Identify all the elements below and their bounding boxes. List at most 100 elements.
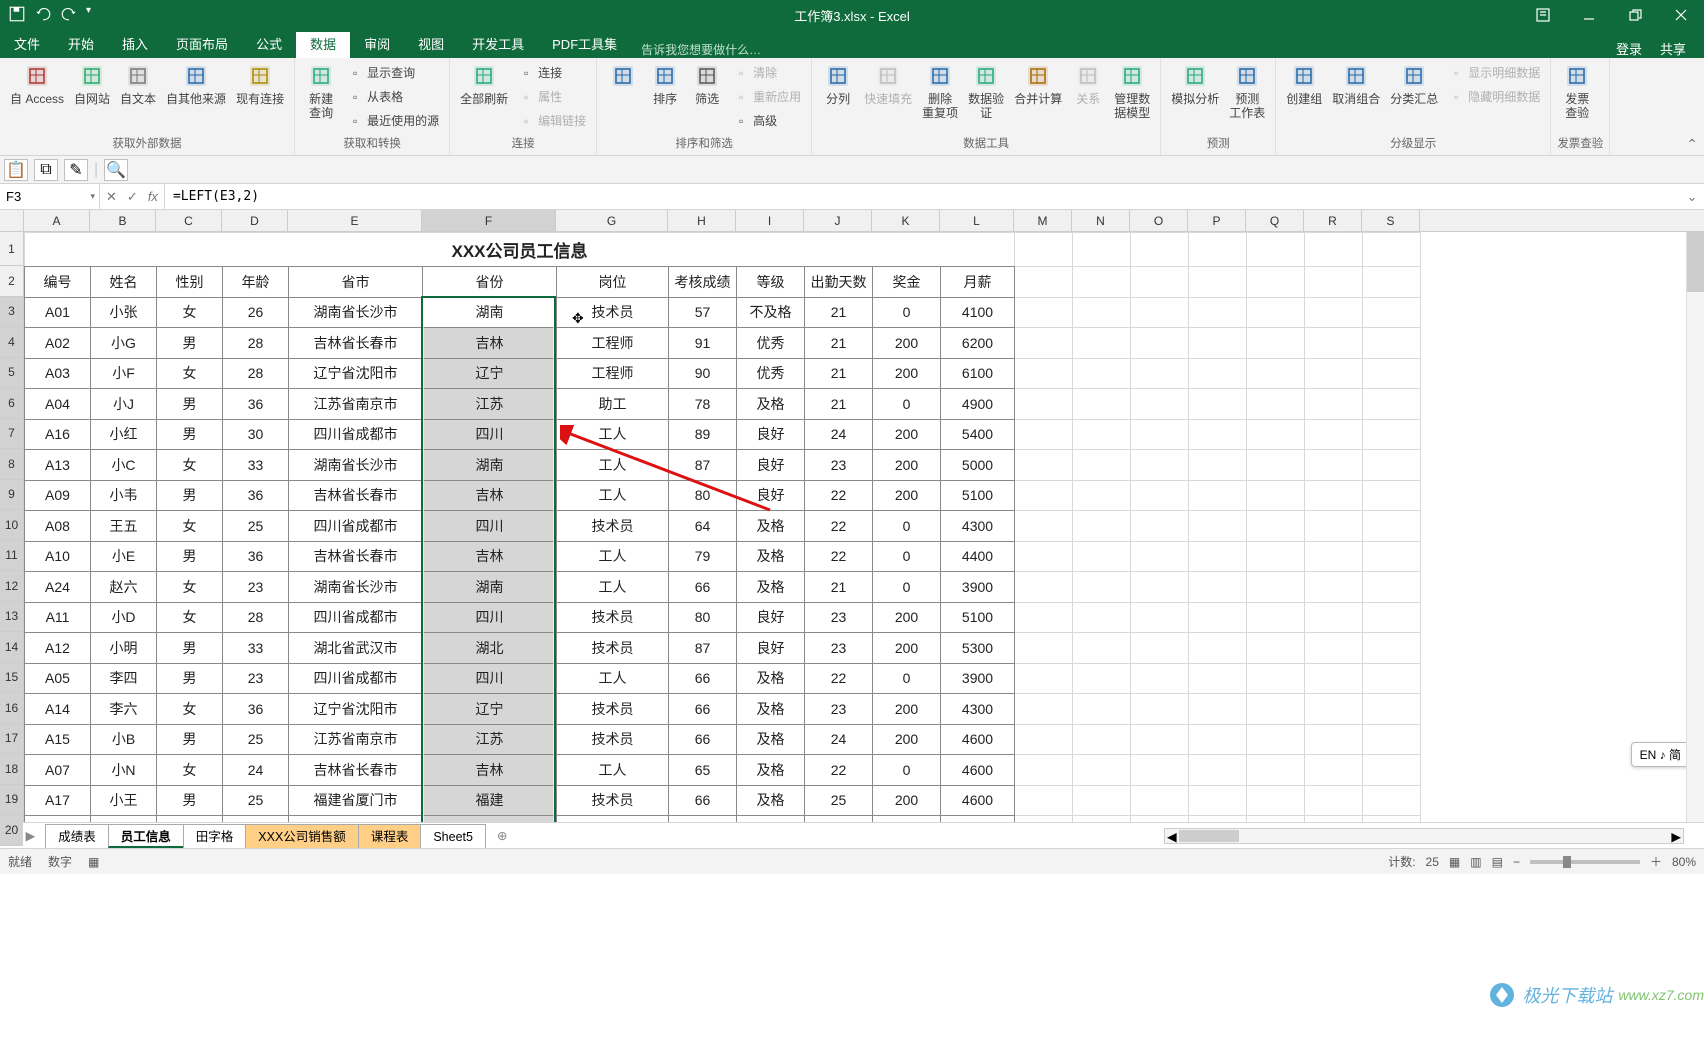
share-button[interactable]: 共享: [1660, 39, 1686, 58]
cell[interactable]: 21: [805, 297, 873, 328]
cell[interactable]: 23: [805, 633, 873, 664]
cell[interactable]: 男: [157, 419, 223, 450]
cell[interactable]: 女: [157, 694, 223, 725]
cell[interactable]: 0: [873, 663, 941, 694]
cell[interactable]: 四川: [423, 663, 557, 694]
brush-icon[interactable]: ✎: [64, 159, 88, 181]
cell[interactable]: 小E: [91, 541, 157, 572]
cell[interactable]: 200: [873, 785, 941, 816]
spreadsheet-grid[interactable]: XXX公司员工信息编号姓名性别年龄省市省份岗位考核成绩等级出勤天数奖金月薪A01…: [24, 232, 1421, 822]
cell[interactable]: 江苏省南京市: [289, 724, 423, 755]
cell[interactable]: 赵六: [91, 572, 157, 603]
cell[interactable]: 200: [873, 328, 941, 359]
cell[interactable]: 及格: [737, 572, 805, 603]
worksheet-area[interactable]: 1234567891011121314151617181920 ABCDEFGH…: [0, 210, 1704, 822]
cell[interactable]: 23: [805, 450, 873, 481]
group-button[interactable]: 创建组: [1282, 60, 1326, 108]
cell[interactable]: 吉林省长春市: [289, 541, 423, 572]
row-header-11[interactable]: 11: [0, 541, 23, 572]
cell[interactable]: 22: [805, 541, 873, 572]
cell[interactable]: 23: [805, 694, 873, 725]
from-table-button[interactable]: ▫从表格: [343, 86, 443, 108]
cell[interactable]: 0: [873, 572, 941, 603]
cell[interactable]: 及格: [737, 694, 805, 725]
cell[interactable]: 工人: [557, 755, 669, 786]
sort-az-button[interactable]: [603, 60, 643, 94]
cell[interactable]: 工人: [557, 663, 669, 694]
column-header-Q[interactable]: Q: [1246, 210, 1304, 231]
cell[interactable]: 及格: [737, 755, 805, 786]
cell[interactable]: 28: [223, 328, 289, 359]
column-header-M[interactable]: M: [1014, 210, 1072, 231]
cell[interactable]: A03: [25, 358, 91, 389]
cell[interactable]: 0: [873, 511, 941, 542]
expand-formula-bar-icon[interactable]: ⌄: [1680, 184, 1704, 209]
cell[interactable]: 男: [157, 541, 223, 572]
cell[interactable]: 男: [157, 633, 223, 664]
cell[interactable]: 200: [873, 724, 941, 755]
row-header-18[interactable]: 18: [0, 754, 23, 785]
cell[interactable]: 江苏省南京市: [289, 816, 423, 823]
row-header-5[interactable]: 5: [0, 358, 23, 389]
cell[interactable]: 小韦: [91, 480, 157, 511]
enter-formula-icon[interactable]: ✓: [127, 189, 138, 205]
cell[interactable]: 6100: [941, 358, 1015, 389]
cell[interactable]: 25: [223, 785, 289, 816]
cell[interactable]: 0: [873, 541, 941, 572]
cell[interactable]: 80: [669, 480, 737, 511]
ribbon-tab-数据[interactable]: 数据: [296, 32, 350, 58]
cell[interactable]: 79: [669, 541, 737, 572]
cell[interactable]: 吉林省长春市: [289, 480, 423, 511]
zoom-icon[interactable]: 🔍: [104, 159, 128, 181]
cell[interactable]: A16: [25, 419, 91, 450]
ribbon-tab-公式[interactable]: 公式: [242, 32, 296, 58]
column-header-I[interactable]: I: [736, 210, 804, 231]
new-query-button[interactable]: 新建查询: [301, 60, 341, 122]
tell-me-search[interactable]: 告诉我您想要做什么…: [641, 41, 761, 58]
copy-icon[interactable]: ⧉: [34, 159, 58, 181]
cell[interactable]: 22: [805, 511, 873, 542]
cell[interactable]: 57: [669, 297, 737, 328]
cell[interactable]: 小张: [91, 297, 157, 328]
column-header-L[interactable]: L: [940, 210, 1014, 231]
cell[interactable]: 33: [223, 633, 289, 664]
advanced-button[interactable]: ▫高级: [729, 110, 805, 132]
sheet-tab-Sheet5[interactable]: Sheet5: [420, 824, 486, 848]
cell[interactable]: 良好: [737, 419, 805, 450]
cell[interactable]: 21: [805, 816, 873, 823]
zoom-level[interactable]: 80%: [1672, 855, 1696, 869]
cell[interactable]: 小明: [91, 633, 157, 664]
cell[interactable]: 200: [873, 480, 941, 511]
from-access-button[interactable]: 自 Access: [6, 60, 68, 108]
cell[interactable]: 3900: [941, 663, 1015, 694]
cell[interactable]: 工人: [557, 541, 669, 572]
cell[interactable]: 女: [157, 816, 223, 823]
cell[interactable]: 23: [223, 663, 289, 694]
cell[interactable]: A10: [25, 541, 91, 572]
cell[interactable]: 技术员: [557, 785, 669, 816]
cell[interactable]: 4600: [941, 724, 1015, 755]
cell[interactable]: 66: [669, 694, 737, 725]
refresh-all-button[interactable]: 全部刷新: [456, 60, 512, 108]
manage-model-button[interactable]: 管理数据模型: [1110, 60, 1154, 122]
cell[interactable]: 技术员: [557, 633, 669, 664]
cell[interactable]: A04: [25, 389, 91, 420]
cell[interactable]: 工人: [557, 480, 669, 511]
cell[interactable]: A02: [25, 328, 91, 359]
cell[interactable]: 及格: [737, 541, 805, 572]
cell[interactable]: A18: [25, 816, 91, 823]
cell[interactable]: 技术员: [557, 297, 669, 328]
row-header-13[interactable]: 13: [0, 602, 23, 633]
cell[interactable]: 小D: [91, 602, 157, 633]
show-queries-button[interactable]: ▫显示查询: [343, 62, 443, 84]
cell[interactable]: 22: [805, 663, 873, 694]
row-header-6[interactable]: 6: [0, 388, 23, 419]
cell[interactable]: A17: [25, 785, 91, 816]
cell[interactable]: 25: [223, 511, 289, 542]
ribbon-tab-页面布局[interactable]: 页面布局: [162, 32, 242, 58]
insert-function-icon[interactable]: fx: [148, 189, 158, 204]
cell[interactable]: 四川: [423, 511, 557, 542]
sheet-tab-课程表[interactable]: 课程表: [358, 824, 422, 848]
data-validation-button[interactable]: 数据验证: [964, 60, 1008, 122]
cell[interactable]: 91: [669, 328, 737, 359]
